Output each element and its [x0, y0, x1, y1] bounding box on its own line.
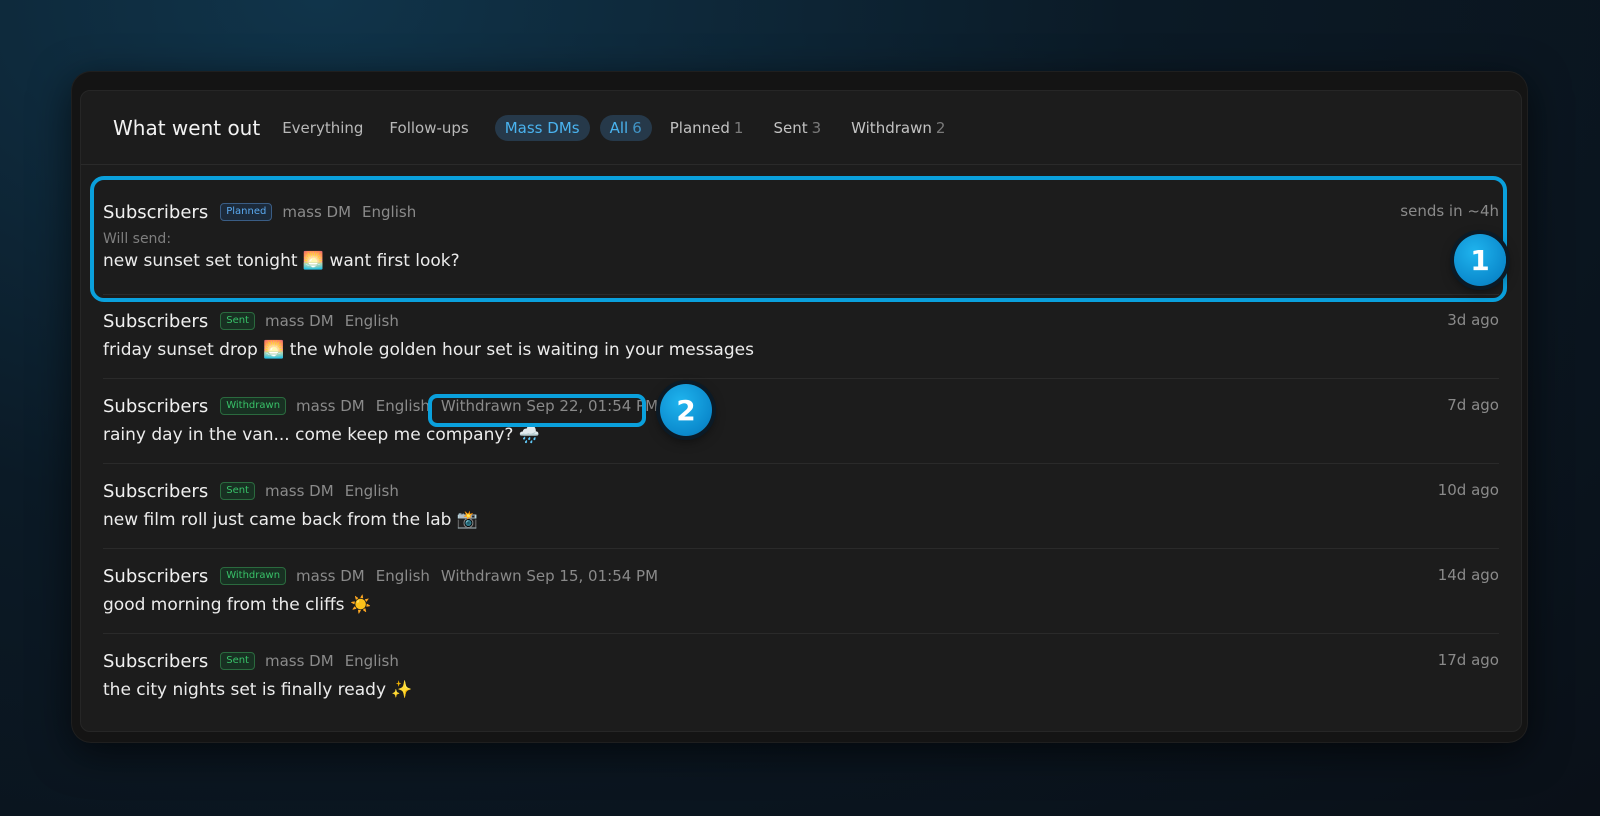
audience-label: Subscribers: [103, 395, 209, 417]
list-item[interactable]: Subscribers Sent mass DM English 3d ago …: [103, 308, 1499, 379]
timestamp: 7d ago: [1447, 396, 1499, 414]
timestamp: 10d ago: [1437, 481, 1499, 499]
message-type: mass DM: [264, 312, 334, 330]
message-language: English: [375, 567, 430, 585]
panel-header: What went out Everything Follow-ups Mass…: [81, 91, 1521, 165]
status-badge: Sent: [220, 652, 255, 670]
message-text: new sunset set tonight 🌅 want first look…: [103, 251, 460, 271]
audience-label: Subscribers: [103, 650, 209, 672]
filter-planned[interactable]: Planned 1: [668, 115, 746, 141]
tab-everything[interactable]: Everything: [282, 115, 373, 141]
message-text: the city nights set is finally ready ✨: [103, 680, 413, 700]
timestamp: 3d ago: [1447, 311, 1499, 329]
callout-badge-2: 2: [660, 384, 712, 436]
messages-panel: What went out Everything Follow-ups Mass…: [80, 90, 1522, 732]
timestamp: 17d ago: [1437, 651, 1499, 669]
row-meta: Subscribers Sent mass DM English: [103, 478, 1499, 504]
message-language: English: [375, 397, 430, 415]
row-meta: Subscribers Sent mass DM English: [103, 648, 1499, 674]
list-item[interactable]: Subscribers Sent mass DM English 17d ago…: [103, 648, 1499, 719]
list-item[interactable]: Subscribers Withdrawn mass DM English Wi…: [103, 563, 1499, 634]
message-type: mass DM: [296, 397, 365, 415]
message-type: mass DM: [296, 567, 365, 585]
page-title: What went out: [113, 115, 261, 140]
withdrawn-at: Withdrawn Sep 22, 01:54 PM: [440, 397, 659, 415]
filter-all[interactable]: All 6: [599, 114, 652, 141]
tab-follow-ups[interactable]: Follow-ups: [389, 115, 478, 141]
timestamp: sends in ~4h: [1400, 202, 1499, 220]
message-text: good morning from the cliffs ☀️: [103, 595, 372, 615]
tab-mass-dms[interactable]: Mass DMs: [494, 114, 590, 141]
timestamp: 14d ago: [1437, 566, 1499, 584]
status-badge: Sent: [220, 482, 255, 500]
row-meta: Subscribers Withdrawn mass DM English Wi…: [103, 393, 1499, 419]
audience-label: Subscribers: [103, 201, 209, 223]
status-badge: Sent: [220, 312, 255, 330]
list-item[interactable]: Subscribers Sent mass DM English 10d ago…: [103, 478, 1499, 549]
filter-withdrawn[interactable]: Withdrawn 2: [849, 115, 947, 141]
message-language: English: [362, 203, 417, 221]
status-badge: Withdrawn: [220, 397, 287, 415]
message-text: friday sunset drop 🌅 the whole golden ho…: [103, 340, 754, 360]
filter-sent[interactable]: Sent 3: [771, 115, 823, 141]
message-language: English: [344, 312, 399, 330]
list-item[interactable]: Subscribers Withdrawn mass DM English Wi…: [103, 393, 1499, 464]
withdrawn-at: Withdrawn Sep 15, 01:54 PM: [440, 567, 659, 585]
list-item[interactable]: Subscribers Planned mass DM English send…: [103, 199, 1499, 295]
message-text: rainy day in the van... come keep me com…: [103, 425, 541, 445]
row-meta: Subscribers Planned mass DM English: [103, 199, 1499, 225]
message-language: English: [344, 482, 399, 500]
will-send-label: Will send:: [103, 231, 172, 247]
message-language: English: [344, 652, 399, 670]
message-type: mass DM: [282, 203, 352, 221]
message-text: new film roll just came back from the la…: [103, 510, 478, 530]
row-meta: Subscribers Withdrawn mass DM English Wi…: [103, 563, 1499, 589]
callout-badge-1: 1: [1454, 234, 1506, 286]
audience-label: Subscribers: [103, 480, 209, 502]
status-badge: Withdrawn: [220, 567, 287, 585]
audience-label: Subscribers: [103, 310, 209, 332]
audience-label: Subscribers: [103, 565, 209, 587]
message-type: mass DM: [264, 652, 334, 670]
message-type: mass DM: [264, 482, 334, 500]
status-badge: Planned: [220, 203, 273, 221]
row-meta: Subscribers Sent mass DM English: [103, 308, 1499, 334]
